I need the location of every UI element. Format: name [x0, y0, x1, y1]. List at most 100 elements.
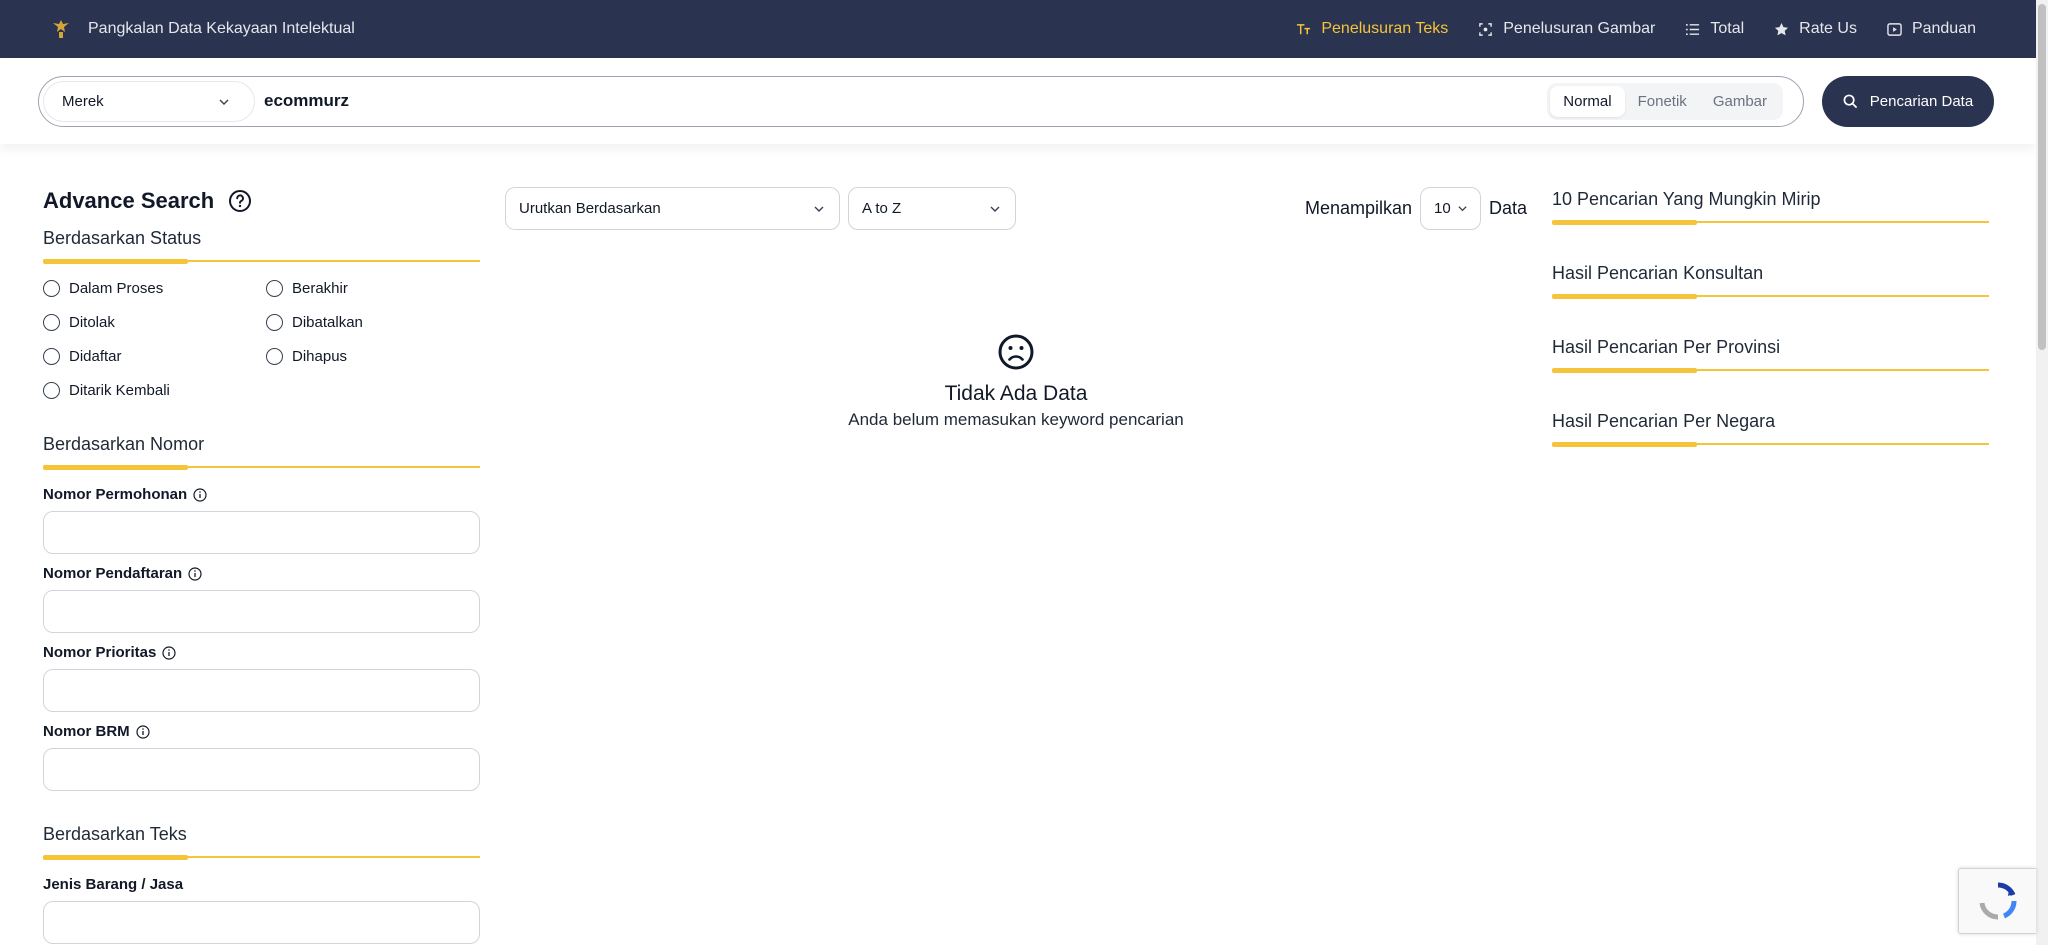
sort-order-value: A to Z [862, 200, 902, 217]
status-section-divider [43, 259, 480, 264]
text-section-title: Berdasarkan Teks [43, 824, 187, 844]
search-zone: Merek ecommurz Normal Fonetik Gambar Pen… [0, 58, 2036, 144]
page-size-value: 10 [1434, 200, 1451, 217]
recaptcha-badge[interactable] [1958, 868, 2036, 934]
page-size-select[interactable]: 10 [1420, 187, 1481, 230]
radio-didaftar[interactable]: Didaftar [43, 348, 122, 365]
empty-state: Tidak Ada Data Anda belum memasukan keyw… [780, 333, 1252, 430]
advance-search-heading: Advance Search [43, 188, 215, 213]
list-icon [1686, 23, 1700, 35]
province-title: Hasil Pencarian Per Provinsi [1552, 337, 1781, 357]
radio-label: Ditarik Kembali [69, 382, 170, 399]
top-navbar: Pangkalan Data Kekayaan Intelektual Pene… [0, 0, 2036, 58]
radio-circle[interactable] [43, 314, 60, 331]
radio-circle[interactable] [266, 280, 283, 297]
recaptcha-icon [1979, 882, 2017, 920]
radio-circle[interactable] [266, 314, 283, 331]
image-scan-icon [1479, 22, 1493, 36]
nav-penelusuran-teks[interactable]: Penelusuran Teks [1296, 20, 1448, 38]
radio-label: Dihapus [292, 348, 348, 365]
advance-search-title: Advance Search [43, 188, 252, 214]
chevron-down-icon [990, 206, 1000, 212]
search-box: Merek ecommurz Normal Fonetik Gambar [38, 76, 1804, 127]
sort-by-value: Urutkan Berdasarkan [519, 200, 661, 217]
nomor-permohonan-label: Nomor Permohonan [43, 486, 207, 503]
search-type-value: Merek [62, 93, 104, 110]
sort-by-select[interactable]: Urutkan Berdasarkan [505, 187, 840, 230]
chevron-down-icon [219, 99, 229, 105]
search-button[interactable]: Pencarian Data [1822, 76, 1994, 127]
search-input[interactable]: ecommurz [264, 91, 349, 111]
field-label-text: Nomor Pendaftaran [43, 565, 183, 582]
consultant-title: Hasil Pencarian Konsultan [1552, 263, 1764, 283]
field-label-text: Nomor Permohonan [43, 486, 188, 503]
jenis-barang-input[interactable] [43, 901, 480, 944]
nav-label: Penelusuran Teks [1321, 20, 1449, 37]
sad-face-icon [998, 334, 1034, 370]
nav-label: Penelusuran Gambar [1503, 20, 1656, 37]
number-section-title: Berdasarkan Nomor [43, 434, 205, 454]
empty-title: Tidak Ada Data [944, 382, 1088, 405]
info-icon[interactable] [162, 645, 176, 660]
number-section-divider [43, 465, 480, 470]
nav-penelusuran-gambar[interactable]: Penelusuran Gambar [1478, 20, 1655, 38]
nomor-pendaftaran-label: Nomor Pendaftaran [43, 565, 202, 582]
scrollbar-thumb[interactable] [2038, 4, 2046, 350]
radio-dalam-proses[interactable]: Dalam Proses [43, 280, 163, 297]
jenis-barang-label: Jenis Barang / Jasa [43, 876, 184, 893]
sort-order-select[interactable]: A to Z [848, 187, 1016, 230]
province-divider [1552, 368, 1989, 373]
field-label-text: Nomor Prioritas [43, 644, 157, 661]
nomor-prioritas-label: Nomor Prioritas [43, 644, 176, 661]
radio-label: Dalam Proses [69, 280, 164, 297]
brand-title: Pangkalan Data Kekayaan Intelektual [88, 20, 355, 37]
nav-rate-us[interactable]: Rate Us [1774, 20, 1857, 38]
nomor-permohonan-input[interactable] [43, 511, 480, 554]
radio-circle[interactable] [43, 382, 60, 399]
text-section-divider [43, 855, 480, 860]
field-label-text: Nomor BRM [43, 723, 130, 740]
info-icon[interactable] [193, 487, 207, 502]
search-type-select[interactable]: Merek [43, 81, 255, 122]
radio-dibatalkan[interactable]: Dibatalkan [266, 314, 363, 331]
radio-berakhir[interactable]: Berakhir [266, 280, 348, 297]
mode-gambar[interactable]: Gambar [1700, 86, 1780, 117]
nav-panduan[interactable]: Panduan [1887, 20, 1976, 38]
mode-fonetik[interactable]: Fonetik [1625, 86, 1700, 117]
consultant-divider [1552, 294, 1989, 299]
chevron-down-icon [814, 206, 824, 212]
play-icon [1887, 22, 1902, 36]
country-title: Hasil Pencarian Per Negara [1552, 411, 1776, 431]
empty-subtitle: Anda belum memasukan keyword pencarian [848, 410, 1184, 429]
nomor-prioritas-input[interactable] [43, 669, 480, 712]
radio-label: Dibatalkan [292, 314, 363, 331]
radio-circle[interactable] [43, 348, 60, 365]
text-icon [1297, 23, 1311, 34]
nomor-brm-label: Nomor BRM [43, 723, 150, 740]
search-button-label: Pencarian Data [1869, 93, 1974, 110]
radio-dihapus[interactable]: Dihapus [266, 348, 347, 365]
radio-label: Didaftar [69, 348, 122, 365]
radio-circle[interactable] [43, 280, 60, 297]
garuda-logo-icon [50, 18, 72, 40]
search-icon [1843, 94, 1857, 109]
info-icon[interactable] [136, 724, 150, 739]
search-mode-group: Normal Fonetik Gambar [1547, 83, 1783, 120]
help-icon[interactable] [228, 189, 252, 213]
radio-label: Berakhir [292, 280, 348, 297]
star-icon [1775, 22, 1789, 35]
info-icon[interactable] [188, 566, 202, 581]
mode-normal[interactable]: Normal [1550, 86, 1625, 117]
status-section-title: Berdasarkan Status [43, 228, 202, 248]
nomor-brm-input[interactable] [43, 748, 480, 791]
brand[interactable]: Pangkalan Data Kekayaan Intelektual [50, 18, 355, 40]
radio-ditarik-kembali[interactable]: Ditarik Kembali [43, 382, 170, 399]
nav-label: Rate Us [1799, 20, 1857, 37]
country-divider [1552, 442, 1989, 447]
nav-total[interactable]: Total [1685, 20, 1744, 38]
similar-search-title: 10 Pencarian Yang Mungkin Mirip [1552, 189, 1821, 209]
radio-ditolak[interactable]: Ditolak [43, 314, 115, 331]
radio-circle[interactable] [266, 348, 283, 365]
nomor-pendaftaran-input[interactable] [43, 590, 480, 633]
show-label: Menampilkan [1305, 198, 1413, 218]
